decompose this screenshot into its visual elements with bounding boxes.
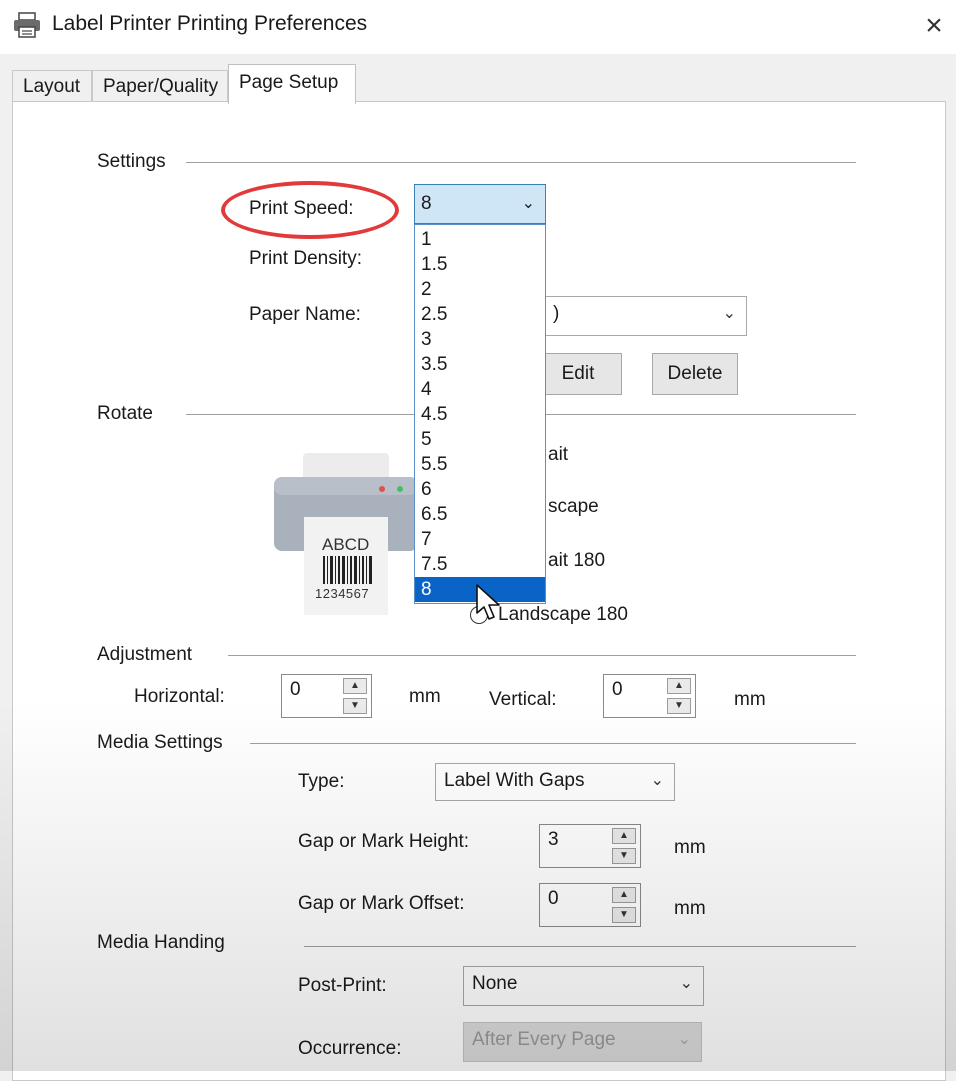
chevron-down-icon: ⌄ [650, 772, 664, 789]
print-speed-option[interactable]: 7.5 [415, 552, 545, 577]
horizontal-spinner[interactable]: 0 ▲ ▼ [281, 674, 372, 718]
gap-height-unit: mm [674, 837, 706, 858]
spin-up-icon[interactable]: ▲ [343, 678, 367, 694]
occurrence-label: Occurrence: [298, 1038, 402, 1059]
print-density-label: Print Density: [249, 248, 362, 269]
rotate-option-portrait[interactable]: ait [548, 444, 568, 466]
horizontal-label: Horizontal: [134, 686, 225, 707]
vertical-spinner[interactable]: 0 ▲ ▼ [603, 674, 696, 718]
print-speed-dropdown-list: 1 1.5 2 2.5 3 3.5 4 4.5 5 5.5 6 6.5 7 7.… [414, 224, 546, 604]
print-speed-option[interactable]: 4 [415, 377, 545, 402]
vertical-unit: mm [734, 689, 766, 710]
spin-down-icon[interactable]: ▼ [343, 698, 367, 714]
print-speed-option[interactable]: 1 [415, 227, 545, 252]
adjustment-divider [228, 655, 856, 656]
gap-offset-spinner[interactable]: 0 ▲ ▼ [539, 883, 641, 927]
rotate-option-landscape-180[interactable]: Landscape 180 [498, 604, 628, 626]
gap-height-label: Gap or Mark Height: [298, 831, 470, 852]
post-print-label: Post-Print: [298, 975, 387, 996]
print-speed-option[interactable]: 5 [415, 427, 545, 452]
barcode-icon [323, 556, 372, 584]
gap-offset-label: Gap or Mark Offset: [298, 893, 465, 914]
settings-section-label: Settings [97, 151, 174, 173]
vertical-label: Vertical: [489, 689, 557, 710]
media-settings-divider [250, 743, 856, 744]
print-speed-select[interactable]: 8 ⌄ [414, 184, 546, 224]
mouse-cursor-icon [476, 584, 500, 620]
edit-button[interactable]: Edit [534, 353, 622, 395]
media-handling-section-label: Media Handing [97, 932, 233, 954]
rotate-option-landscape[interactable]: scape [548, 496, 599, 518]
preview-barcode-number: 1234567 [315, 586, 370, 601]
settings-divider [186, 162, 856, 163]
chevron-down-icon: ⌄ [677, 1031, 691, 1048]
chevron-down-icon: ⌄ [679, 975, 693, 992]
gap-height-value: 3 [548, 829, 559, 850]
print-speed-option[interactable]: 7 [415, 527, 545, 552]
adjustment-section-label: Adjustment [97, 644, 201, 666]
gap-offset-unit: mm [674, 898, 706, 919]
print-speed-option[interactable]: 2.5 [415, 302, 545, 327]
spin-down-icon[interactable]: ▼ [612, 907, 636, 923]
printer-icon [14, 12, 40, 38]
print-speed-value: 8 [421, 193, 432, 214]
occurrence-select[interactable]: After Every Page ⌄ [463, 1022, 702, 1062]
rotate-section-label: Rotate [97, 403, 161, 425]
spin-down-icon[interactable]: ▼ [667, 698, 691, 714]
spin-up-icon[interactable]: ▲ [667, 678, 691, 694]
preview-label-text: ABCD [322, 535, 370, 554]
print-speed-option[interactable]: 4.5 [415, 402, 545, 427]
print-speed-option[interactable]: 5.5 [415, 452, 545, 477]
horizontal-unit: mm [409, 686, 441, 707]
type-label: Type: [298, 771, 345, 792]
vertical-value: 0 [612, 679, 623, 700]
print-speed-option[interactable]: 3 [415, 327, 545, 352]
gap-height-spinner[interactable]: 3 ▲ ▼ [539, 824, 641, 868]
print-speed-option[interactable]: 3.5 [415, 352, 545, 377]
media-settings-section-label: Media Settings [97, 732, 231, 754]
type-value: Label With Gaps [444, 770, 585, 791]
tab-paper-quality[interactable]: Paper/Quality [92, 70, 228, 102]
print-speed-option[interactable]: 6.5 [415, 502, 545, 527]
annotation-oval [221, 181, 399, 239]
window-title: Label Printer Printing Preferences [52, 12, 368, 35]
print-speed-option[interactable]: 2 [415, 277, 545, 302]
horizontal-value: 0 [290, 679, 301, 700]
media-handling-divider [304, 946, 856, 947]
rotate-option-portrait-180[interactable]: ait 180 [548, 550, 605, 572]
spin-down-icon[interactable]: ▼ [612, 848, 636, 864]
tab-layout[interactable]: Layout [12, 70, 92, 102]
tab-page-setup[interactable]: Page Setup [228, 64, 356, 104]
chevron-down-icon: ⌄ [722, 305, 736, 322]
paper-name-value: ) [553, 303, 560, 324]
post-print-value: None [472, 973, 518, 994]
paper-name-label: Paper Name: [249, 304, 361, 325]
print-speed-option[interactable]: 1.5 [415, 252, 545, 277]
occurrence-value: After Every Page [472, 1029, 616, 1050]
post-print-select[interactable]: None ⌄ [463, 966, 704, 1006]
spin-up-icon[interactable]: ▲ [612, 828, 636, 844]
close-button[interactable]: × [914, 6, 954, 46]
type-select[interactable]: Label With Gaps ⌄ [435, 763, 675, 801]
print-speed-option[interactable]: 6 [415, 477, 545, 502]
delete-button[interactable]: Delete [652, 353, 738, 395]
spin-up-icon[interactable]: ▲ [612, 887, 636, 903]
chevron-down-icon: ⌄ [521, 195, 535, 212]
gap-offset-value: 0 [548, 888, 559, 909]
